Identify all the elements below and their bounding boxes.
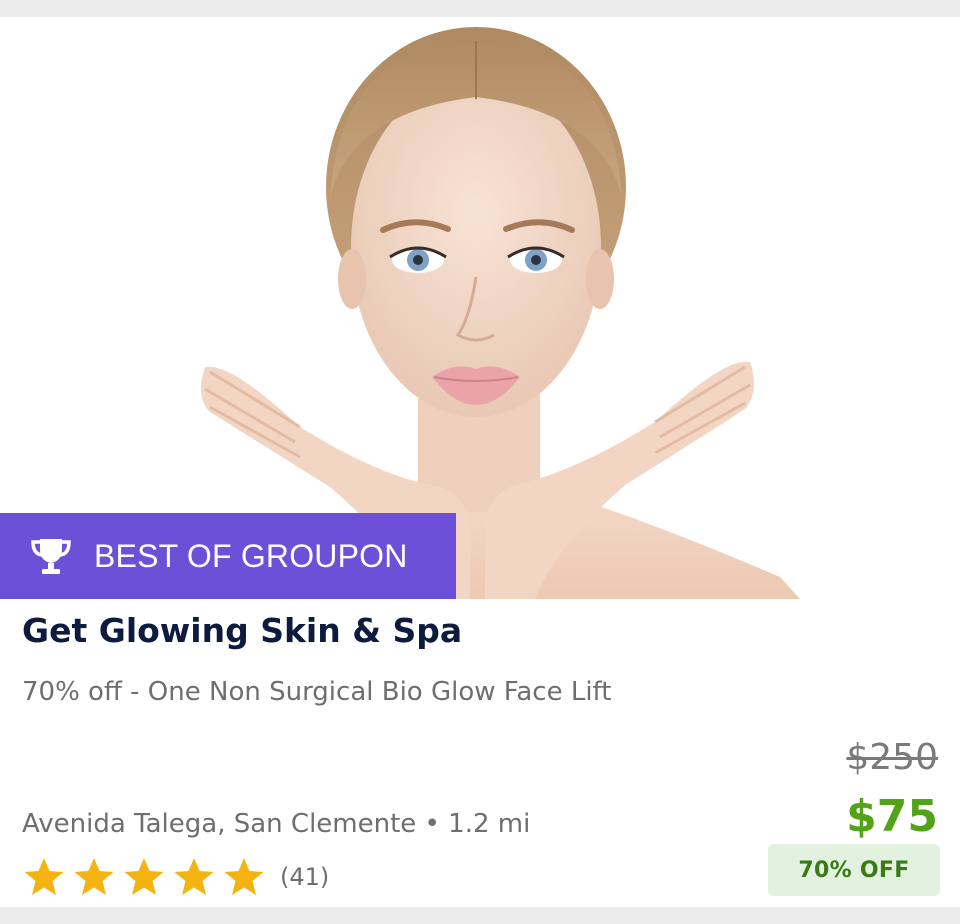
discount-badge: 70% OFF [768,844,940,896]
original-price: $250 [846,737,938,778]
spa-model-photo [201,27,800,599]
rating-count: (41) [280,863,330,891]
rating: (41) [22,855,329,899]
deal-title[interactable]: Get Glowing Skin & Spa [22,611,462,650]
deal-location: Avenida Talega, San Clemente • 1.2 mi [22,809,531,839]
current-price: $75 [846,791,938,842]
badge-label: BEST OF GROUPON [94,537,408,574]
star-icon [74,858,114,895]
deal-card[interactable]: BEST OF GROUPON Get Glowing Skin & Spa 7… [0,17,960,907]
deal-subtitle: 70% off - One Non Surgical Bio Glow Face… [22,677,612,707]
star-icon [24,858,64,895]
deal-image[interactable]: BEST OF GROUPON [0,17,960,599]
trophy-icon [28,533,74,579]
star-icon [224,858,264,895]
best-of-groupon-badge: BEST OF GROUPON [0,513,456,599]
star-icon [124,858,164,895]
star-icon [174,858,214,895]
